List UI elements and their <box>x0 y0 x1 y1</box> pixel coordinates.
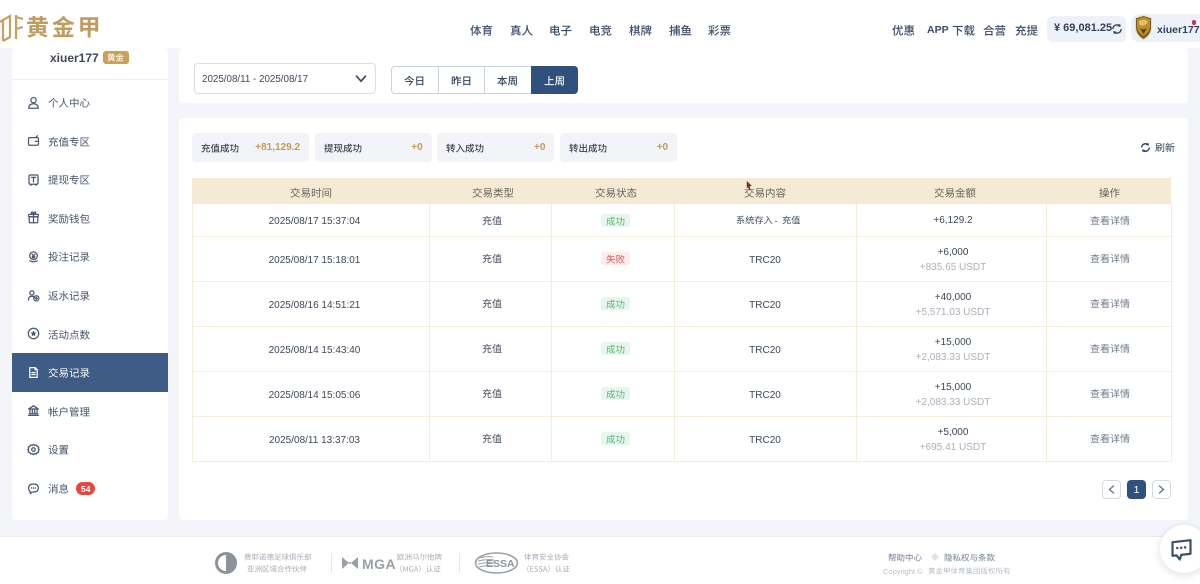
svg-text:ESSA: ESSA <box>486 558 515 570</box>
